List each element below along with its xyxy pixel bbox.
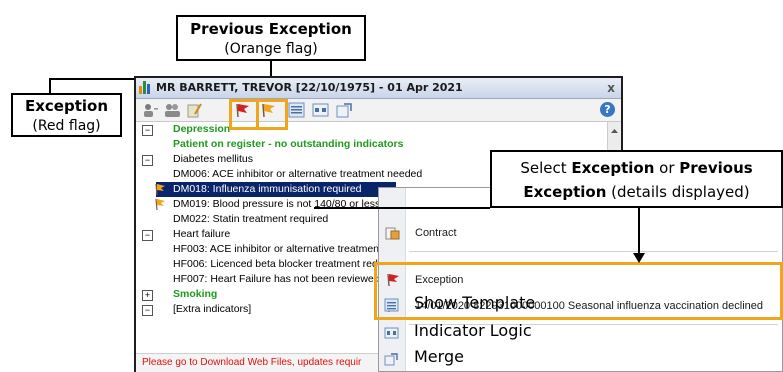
tree-node-label: Heart failure (173, 228, 231, 240)
tree-node-on-register[interactable]: Patient on register - no outstanding ind… (173, 137, 403, 152)
select-bold: Exception (523, 183, 607, 201)
menu-separator (409, 324, 778, 325)
tree-node-label: Smoking (173, 288, 218, 300)
chart-icon (139, 81, 152, 94)
previous-exception-flag-highlight (256, 99, 288, 130)
callout-connector (314, 207, 490, 209)
callout-connector (49, 79, 51, 93)
previous-exception-callout-sub: (Orange flag) (224, 41, 318, 57)
select-bold: Previous (679, 159, 753, 177)
window-title: MR BARRETT, TREVOR [22/10/1975] - 01 Apr… (156, 81, 463, 94)
indicator-label: DM018: Influenza immunisation required (173, 183, 362, 195)
list-icon[interactable] (288, 102, 305, 118)
exception-flag-highlight (229, 99, 259, 130)
orange-flag-icon (154, 198, 166, 216)
edit-icon[interactable] (186, 102, 203, 118)
help-icon[interactable]: ? (600, 102, 615, 117)
exception-callout-title: Exception (24, 97, 109, 115)
indicator-hf003[interactable]: HF003: ACE inhibitor or alternative trea… (173, 242, 379, 257)
add-user-icon[interactable] (142, 102, 159, 118)
exception-callout: Exception (Red flag) (11, 93, 122, 137)
logic-icon[interactable] (312, 102, 329, 118)
callout-arrow (633, 253, 645, 263)
indicator-label: DM019: Blood pressure is not 140/80 or l… (173, 198, 381, 210)
exception-callout-sub: (Red flag) (32, 118, 101, 134)
tree-node-label: Diabetes mellitus (173, 153, 253, 165)
toolbar: ? (136, 99, 621, 122)
people-icon[interactable] (164, 102, 181, 118)
merge-icon[interactable] (336, 102, 353, 118)
select-bold: Exception (571, 159, 655, 177)
indicator-hf007[interactable]: HF007: Heart Failure has not been review… (173, 272, 380, 287)
select-text: (details displayed) (606, 183, 750, 201)
indicator-dm022[interactable]: DM022: Statin treatment required (173, 212, 328, 227)
select-text: Select (520, 159, 572, 177)
menu-separator (409, 251, 778, 252)
expand-icon[interactable]: + (142, 290, 153, 301)
exception-highlight-box (374, 262, 783, 320)
contract-icon (385, 226, 400, 240)
previous-exception-callout: Previous Exception (Orange flag) (176, 15, 366, 61)
indicator-dm006[interactable]: DM006: ACE inhibitor or alternative trea… (173, 167, 422, 182)
collapse-icon[interactable]: − (142, 305, 153, 316)
collapse-icon[interactable]: − (142, 125, 153, 136)
select-text: or (654, 159, 680, 177)
select-exception-callout: Select Exception or Previous Exception (… (490, 150, 783, 208)
menu-item-label: Contract (415, 227, 457, 239)
menu-item-contract[interactable]: Contract (379, 222, 782, 244)
collapse-icon[interactable]: − (142, 155, 153, 166)
collapse-icon[interactable]: − (142, 230, 153, 241)
previous-exception-callout-title: Previous Exception (190, 20, 352, 38)
scroll-up-icon[interactable] (608, 125, 621, 137)
close-icon[interactable]: x (607, 78, 615, 98)
indicator-hf006[interactable]: HF006: Licenced beta blocker treatment r… (173, 257, 378, 272)
indicator-dm018[interactable]: DM018: Influenza immunisation required (155, 182, 396, 197)
tree-node-label: Depression (173, 123, 231, 135)
tree-node-label: [Extra indicators] (173, 303, 252, 315)
callout-connector (638, 208, 640, 254)
window-titlebar: MR BARRETT, TREVOR [22/10/1975] - 01 Apr… (136, 78, 621, 99)
